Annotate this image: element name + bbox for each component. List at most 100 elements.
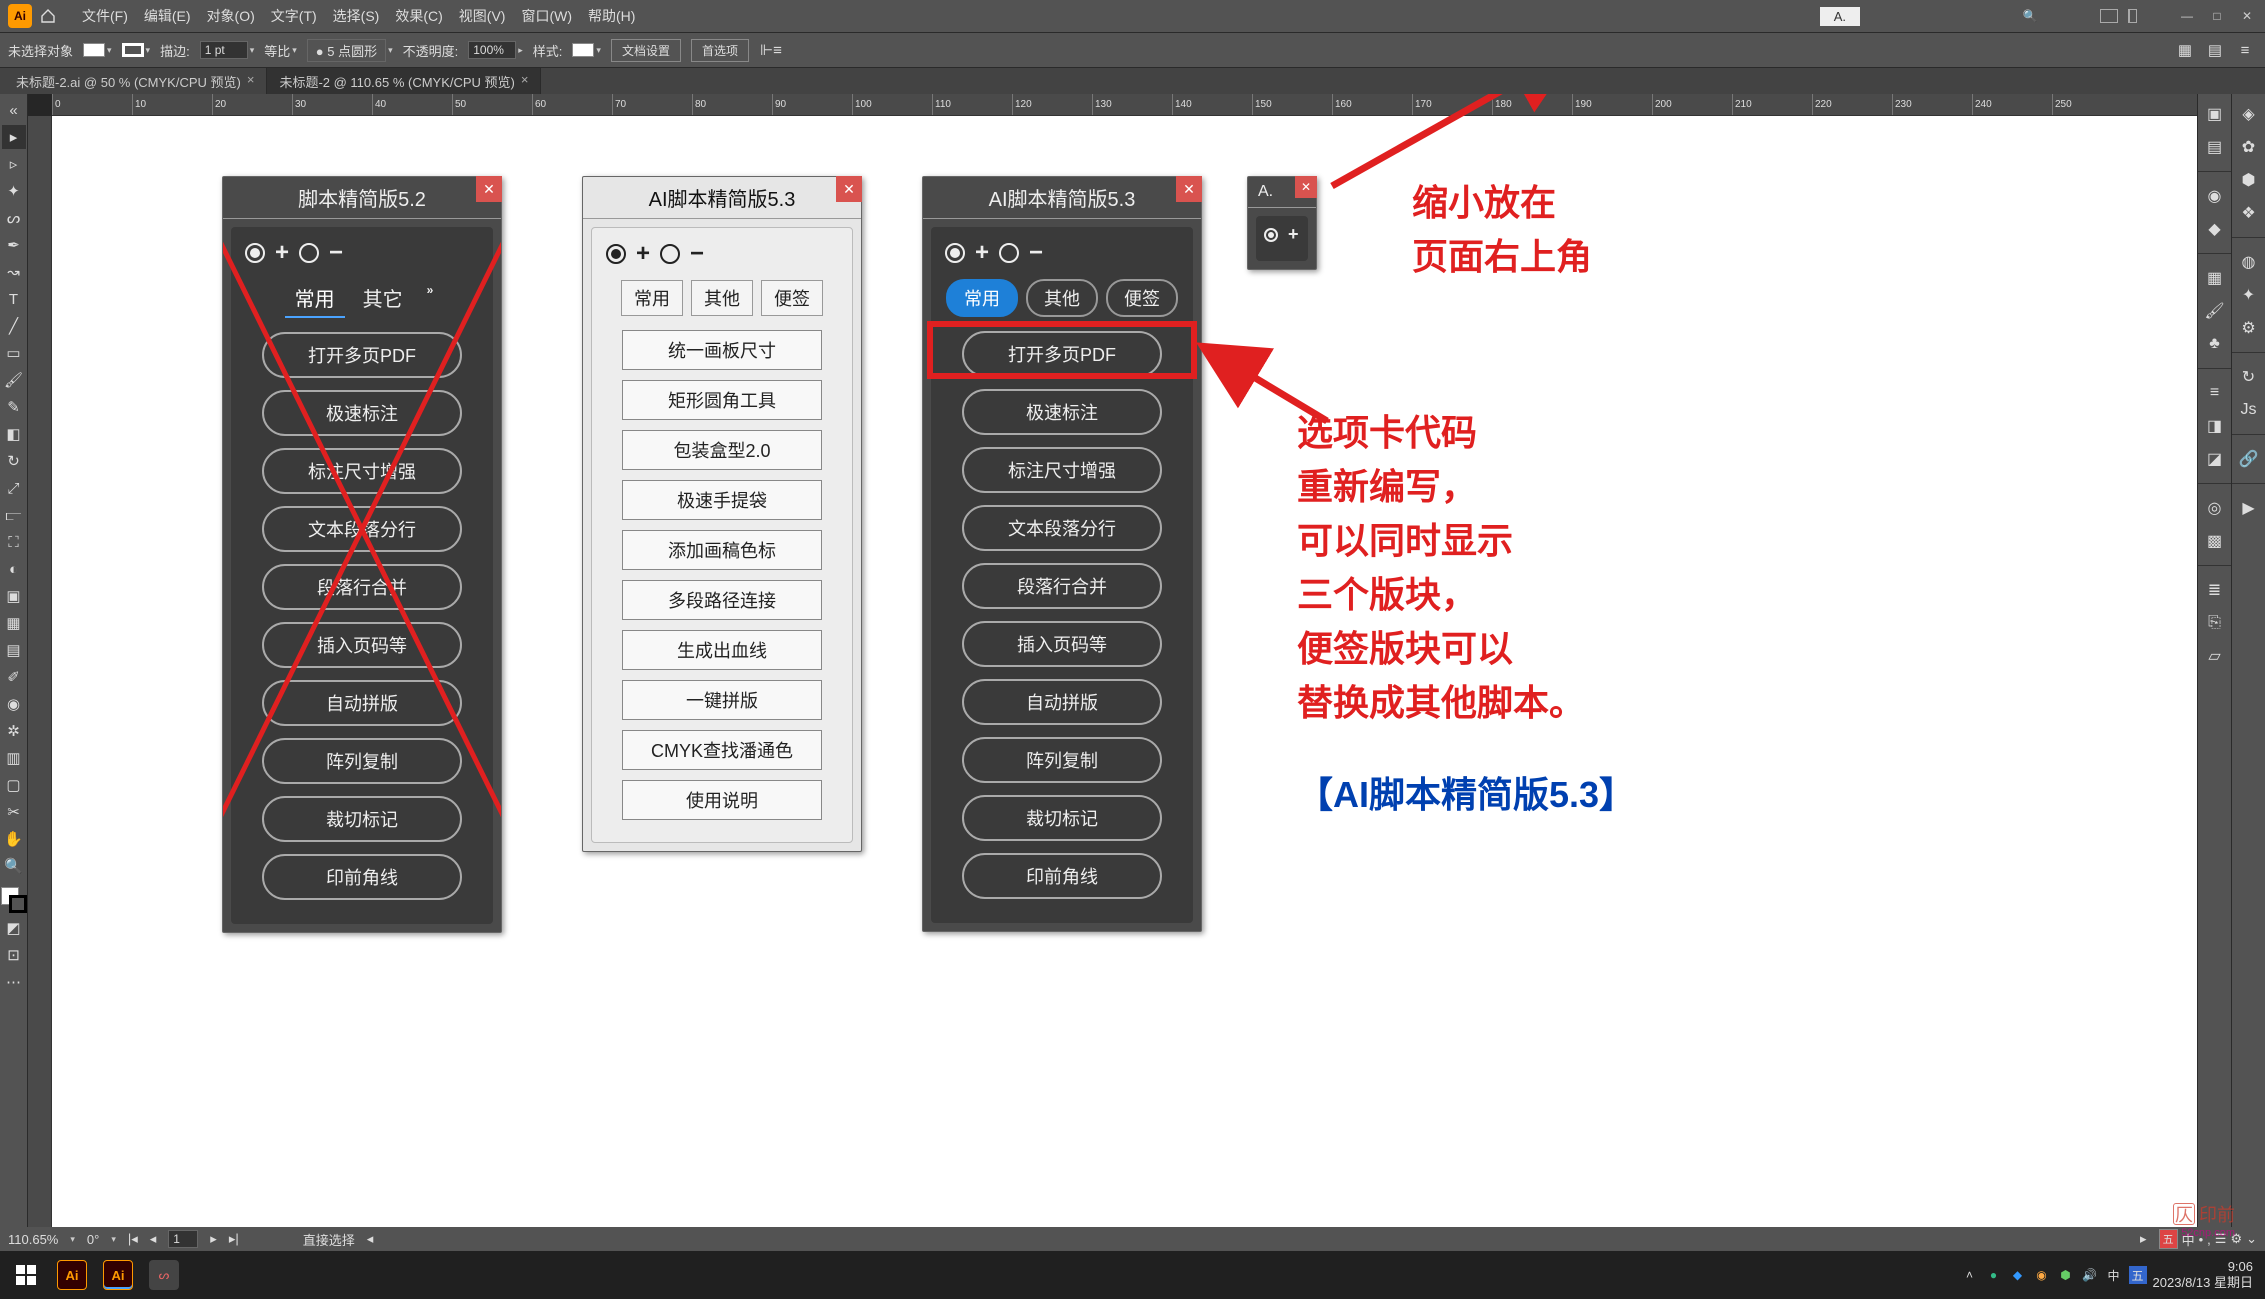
brushes-icon[interactable]: 🖌 — [2201, 297, 2229, 325]
edit-toolbar-icon[interactable]: ⋯ — [2, 970, 26, 994]
free-transform-tool[interactable]: ⛶ — [2, 530, 26, 554]
window-minimize[interactable]: — — [2177, 6, 2197, 26]
plugin-icon-4[interactable]: ❖ — [2235, 199, 2263, 227]
radio-off-icon[interactable] — [299, 243, 319, 263]
taskbar-app-ai-2[interactable]: Ai — [98, 1255, 138, 1295]
opt-menu-icon[interactable]: ≡ — [2233, 38, 2257, 62]
stroke-swatch[interactable] — [122, 43, 144, 57]
doc-setup-button[interactable]: 文档设置 — [611, 39, 681, 62]
curvature-tool[interactable]: ↝ — [2, 260, 26, 284]
window-maximize[interactable]: □ — [2207, 6, 2227, 26]
brush-dropdown[interactable]: ● 5 点圆形 — [307, 39, 386, 62]
menu-window[interactable]: 窗口(W) — [515, 2, 578, 30]
panel-v53-dark-close[interactable]: ✕ — [1176, 176, 1202, 202]
uniform-dropdown[interactable]: 等比 — [264, 41, 290, 60]
search-icon[interactable]: 🔍 — [2020, 6, 2040, 26]
opt-grid-icon[interactable]: ▦ — [2173, 38, 2197, 62]
width-tool[interactable]: ⫍ — [2, 503, 26, 527]
type-tool[interactable]: T — [2, 287, 26, 311]
workspace-layout2-icon[interactable] — [2128, 9, 2137, 23]
style-swatch[interactable] — [572, 43, 594, 57]
mesh-tool[interactable]: ▦ — [2, 611, 26, 635]
radio-off-icon[interactable] — [660, 244, 680, 264]
tab-notes[interactable]: 便签 — [761, 280, 823, 316]
panel-mini-close[interactable]: ✕ — [1295, 176, 1317, 198]
pen-tool[interactable]: ✒ — [2, 233, 26, 257]
scale-tool[interactable]: ⤢ — [2, 476, 26, 500]
swatches-icon[interactable]: ▦ — [2201, 264, 2229, 292]
btn-text-split[interactable]: 文本段落分行 — [262, 506, 462, 552]
zoom-tool[interactable]: 🔍 — [2, 854, 26, 878]
perspective-tool[interactable]: ▣ — [2, 584, 26, 608]
gradient-panel-icon[interactable]: ◨ — [2201, 412, 2229, 440]
btn-auto-impose[interactable]: 自动拼版 — [262, 680, 462, 726]
btn-add-swatch[interactable]: 添加画稿色标 — [622, 530, 822, 570]
btn-size-mark[interactable]: 标注尺寸增强 — [262, 448, 462, 494]
btn-array-copy[interactable]: 阵列复制 — [262, 738, 462, 784]
fill-stroke-control[interactable] — [1, 887, 27, 913]
tray-app2-icon[interactable]: ◆ — [2009, 1266, 2027, 1284]
tab-common[interactable]: 常用 — [946, 279, 1018, 317]
zoom-level[interactable]: 110.65% — [8, 1232, 58, 1247]
tab-common[interactable]: 常用 — [621, 280, 683, 316]
color-icon[interactable]: ◉ — [2201, 182, 2229, 210]
btn-manual[interactable]: 使用说明 — [622, 780, 822, 820]
opt-panel-icon[interactable]: ▤ — [2203, 38, 2227, 62]
artboard-nav-next[interactable]: ▸ — [210, 1231, 217, 1247]
radio-on-icon[interactable] — [945, 243, 965, 263]
plugin-play-icon[interactable]: ▶ — [2235, 494, 2263, 522]
graphic-styles-icon[interactable]: ▩ — [2201, 527, 2229, 555]
eraser-tool[interactable]: ◧ — [2, 422, 26, 446]
btn-text-split[interactable]: 文本段落分行 — [962, 505, 1162, 551]
home-icon[interactable] — [36, 4, 60, 28]
document-tab-1[interactable]: 未标题-2.ai @ 50 % (CMYK/CPU 预览)× — [4, 68, 267, 95]
btn-auto-impose[interactable]: 自动拼版 — [962, 679, 1162, 725]
tab-notes[interactable]: 便签 — [1106, 279, 1178, 317]
brush-tool[interactable]: 🖌 — [2, 368, 26, 392]
eyedropper-tool[interactable]: ✐ — [2, 665, 26, 689]
direct-selection-tool[interactable]: ▹ — [2, 152, 26, 176]
taskbar-app-3[interactable]: ᔕ — [144, 1255, 184, 1295]
tray-up-icon[interactable]: ˄ — [1961, 1266, 1979, 1284]
btn-fast-bag[interactable]: 极速手提袋 — [622, 480, 822, 520]
plugin-icon-1[interactable]: ◈ — [2235, 100, 2263, 128]
btn-crop-mark[interactable]: 裁切标记 — [962, 795, 1162, 841]
btn-quick-mark[interactable]: 极速标注 — [262, 390, 462, 436]
libraries-icon[interactable]: ▤ — [2201, 133, 2229, 161]
taskbar-app-ai-1[interactable]: Ai — [52, 1255, 92, 1295]
stroke-weight-input[interactable] — [200, 41, 248, 59]
btn-prepress-mark[interactable]: 印前角线 — [962, 853, 1162, 899]
radio-on-icon[interactable] — [606, 244, 626, 264]
btn-open-pdf[interactable]: 打开多页PDF — [962, 331, 1162, 377]
btn-para-merge[interactable]: 段落行合并 — [262, 564, 462, 610]
transparency-icon[interactable]: ◪ — [2201, 445, 2229, 473]
plugin-icon-9[interactable]: Js — [2235, 396, 2263, 424]
color-mode-icon[interactable]: ◩ — [2, 916, 26, 940]
plugin-icon-5[interactable]: ◍ — [2235, 248, 2263, 276]
tray-volume-icon[interactable]: 🔊 — [2081, 1266, 2099, 1284]
tab1-close-icon[interactable]: × — [247, 72, 255, 91]
panel-v52-close[interactable]: ✕ — [476, 176, 502, 202]
align-icon[interactable]: ⊩≡ — [759, 38, 783, 62]
tray-app4-icon[interactable]: ⬢ — [2057, 1266, 2075, 1284]
btn-quick-mark[interactable]: 极速标注 — [962, 389, 1162, 435]
selection-tool[interactable]: ▸ — [2, 125, 26, 149]
tab-common[interactable]: 常用 — [285, 279, 345, 318]
appearance-icon[interactable]: ◎ — [2201, 494, 2229, 522]
rotate-tool[interactable]: ↻ — [2, 449, 26, 473]
plugin-icon-10[interactable]: 🔗 — [2235, 445, 2263, 473]
line-tool[interactable]: ╱ — [2, 314, 26, 338]
screen-mode-icon[interactable]: ⊡ — [2, 943, 26, 967]
tab-other[interactable]: 其他 — [691, 280, 753, 316]
menu-file[interactable]: 文件(F) — [76, 2, 134, 30]
artboard-nav-prev[interactable]: ◂ — [150, 1231, 157, 1247]
rectangle-tool[interactable]: ▭ — [2, 341, 26, 365]
stroke-panel-icon[interactable]: ≡ — [2201, 379, 2229, 407]
radio-off-icon[interactable] — [999, 243, 1019, 263]
gradient-tool[interactable]: ▤ — [2, 638, 26, 662]
btn-round-rect[interactable]: 矩形圆角工具 — [622, 380, 822, 420]
artboard-nav-last[interactable]: ▸| — [229, 1231, 239, 1247]
tray-app3-icon[interactable]: ◉ — [2033, 1266, 2051, 1284]
btn-onekey-impose[interactable]: 一键拼版 — [622, 680, 822, 720]
tab-other[interactable]: 其他 — [1026, 279, 1098, 317]
